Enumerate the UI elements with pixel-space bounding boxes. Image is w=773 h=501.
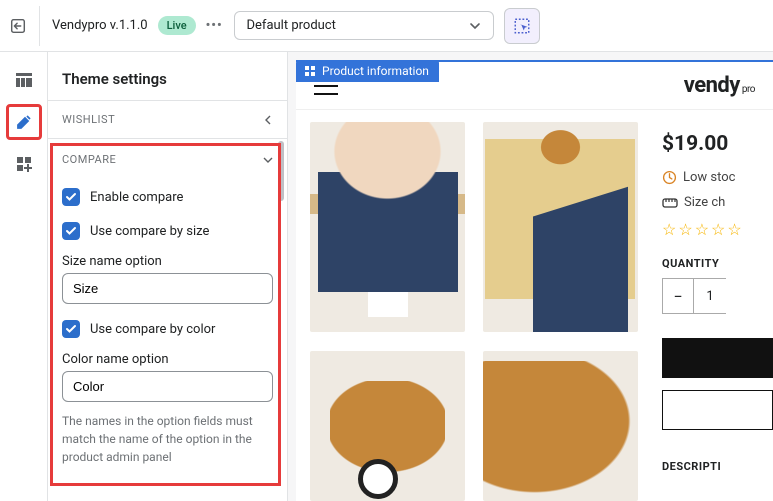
size-chart-row[interactable]: Size ch [662, 195, 773, 210]
product-gallery [296, 110, 646, 501]
section-wishlist[interactable]: WISHLIST [48, 101, 287, 139]
color-option-input[interactable] [62, 371, 273, 402]
chevron-down-icon [263, 155, 273, 165]
chevron-down-icon [469, 20, 481, 32]
settings-sidebar: Theme settings WISHLIST COMPARE Enable c… [48, 52, 288, 501]
add-to-cart-button[interactable] [662, 338, 773, 378]
compare-header[interactable]: COMPARE [48, 139, 287, 176]
rating-stars[interactable]: ☆☆☆☆☆ [662, 220, 773, 239]
low-stock-row: Low stoc [662, 170, 773, 185]
color-option-label: Color name option [62, 346, 273, 371]
checkbox-checked-icon [62, 222, 80, 240]
product-price: $19.00 [662, 132, 773, 156]
left-rail [0, 52, 48, 501]
clock-icon [662, 170, 677, 185]
section-compare: COMPARE Enable compare Use compare by si… [48, 139, 287, 490]
inspector-toggle[interactable] [504, 8, 540, 44]
secondary-button[interactable] [662, 390, 773, 430]
section-tag[interactable]: Product information [296, 60, 439, 82]
product-info: $19.00 Low stoc Size ch ☆☆☆☆☆ QUANTITY −… [646, 110, 773, 501]
size-option-label: Size name option [62, 248, 273, 273]
preview-frame: vendypro $19.00 Low stoc Size ch [296, 60, 773, 501]
status-badge: Live [158, 16, 196, 35]
product-dropdown[interactable]: Default product [234, 11, 494, 40]
product-image[interactable] [310, 351, 465, 501]
product-image[interactable] [310, 122, 465, 332]
sections-tab[interactable] [6, 62, 42, 98]
checkbox-checked-icon [62, 188, 80, 206]
sidebar-heading: Theme settings [48, 52, 287, 102]
compare-by-size-checkbox[interactable]: Use compare by size [62, 214, 273, 248]
size-option-input[interactable] [62, 273, 273, 304]
section-icon [304, 65, 316, 77]
dropdown-value: Default product [247, 18, 336, 33]
quantity-label: QUANTITY [662, 257, 773, 270]
apps-tab[interactable] [6, 146, 42, 182]
product-image[interactable] [483, 122, 638, 332]
product-image[interactable] [483, 351, 638, 501]
description-label: DESCRIPTI [662, 460, 773, 473]
enable-compare-checkbox[interactable]: Enable compare [62, 180, 273, 214]
topbar: Vendypro v.1.1.0 Live ••• Default produc… [0, 0, 773, 52]
theme-title: Vendypro v.1.1.0 [52, 18, 148, 33]
more-menu[interactable]: ••• [206, 18, 223, 33]
exit-button[interactable] [0, 6, 40, 46]
compare-by-color-checkbox[interactable]: Use compare by color [62, 312, 273, 346]
ruler-icon [662, 197, 678, 209]
compare-help-text: The names in the option fields must matc… [62, 402, 273, 476]
qty-value: 1 [694, 278, 726, 314]
chevron-left-icon [263, 115, 273, 125]
theme-settings-tab[interactable] [6, 104, 42, 140]
preview-area: Product information vendypro $19.00 Low … [288, 52, 773, 501]
quantity-stepper: − 1 [662, 278, 773, 314]
checkbox-checked-icon [62, 320, 80, 338]
qty-minus[interactable]: − [662, 278, 694, 314]
store-logo: vendypro [684, 73, 755, 98]
section-icons[interactable]: ICONS [48, 490, 287, 501]
